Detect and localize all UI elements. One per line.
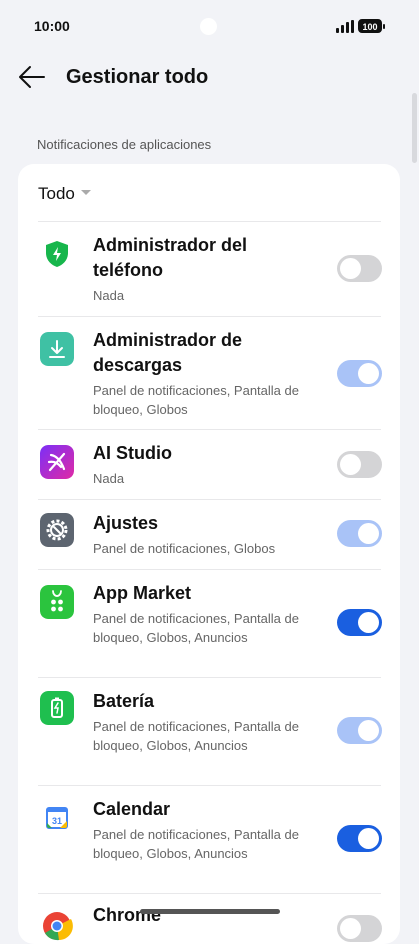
list-item[interactable]: Administrador del teléfono Nada <box>18 221 400 316</box>
chevron-down-icon <box>80 190 91 196</box>
download-icon <box>40 332 74 366</box>
section-label: Notificaciones de aplicaciones <box>37 137 212 152</box>
home-indicator[interactable] <box>140 909 280 914</box>
filter-selected-value: Todo <box>38 184 75 203</box>
notification-toggle[interactable] <box>337 360 382 387</box>
notification-toggle[interactable] <box>337 520 382 547</box>
notification-toggle[interactable] <box>337 825 382 852</box>
app-description: Nada <box>93 288 125 303</box>
notification-toggle[interactable] <box>337 609 382 636</box>
notification-toggle[interactable] <box>337 255 382 282</box>
battery-icon: 100 <box>358 19 385 33</box>
app-description: Nada <box>93 471 125 486</box>
list-item[interactable]: Batería Panel de notificaciones, Pantall… <box>18 677 400 785</box>
app-name: AI Studio <box>93 443 172 463</box>
chrome-icon <box>40 909 74 943</box>
calendar-icon: 31 <box>40 801 74 835</box>
app-description: Panel de notificaciones, Pantalla de blo… <box>93 383 299 417</box>
scrollbar[interactable] <box>412 93 417 163</box>
back-arrow-icon[interactable] <box>18 64 46 90</box>
status-bar: 10:00 100 <box>0 0 419 54</box>
signal-icon <box>336 20 354 33</box>
notification-toggle[interactable] <box>337 915 382 942</box>
app-name: Batería <box>93 691 155 711</box>
apps-card: Todo Administrador del teléfono Nada Adm… <box>18 164 400 944</box>
page-title: Gestionar todo <box>66 66 209 88</box>
list-item[interactable]: Administrador de descargas Panel de noti… <box>18 316 400 429</box>
list-item[interactable]: App Market Panel de notificaciones, Pant… <box>18 569 400 677</box>
app-name: Chrome <box>93 905 162 925</box>
app-name: Ajustes <box>93 513 159 533</box>
list-item[interactable]: AI Studio Nada <box>18 429 400 499</box>
gear-icon <box>40 513 74 547</box>
camera-cutout <box>200 18 217 35</box>
app-name: Administrador de descargas <box>93 330 243 375</box>
ai-studio-icon <box>40 445 74 479</box>
list-item[interactable]: Chrome <box>18 893 400 944</box>
app-description: Panel de notificaciones, Pantalla de blo… <box>93 827 299 861</box>
notification-toggle[interactable] <box>337 451 382 478</box>
shield-bolt-icon <box>40 237 74 271</box>
notification-toggle[interactable] <box>337 717 382 744</box>
app-name: App Market <box>93 583 192 603</box>
app-description: Panel de notificaciones, Pantalla de blo… <box>93 611 299 645</box>
app-market-icon <box>40 585 74 619</box>
app-name: Administrador del teléfono <box>93 235 248 280</box>
app-name: Calendar <box>93 799 171 819</box>
list-item[interactable]: Ajustes Panel de notificaciones, Globos <box>18 499 400 569</box>
header: Gestionar todo <box>0 54 419 102</box>
svg-text:31: 31 <box>52 816 62 826</box>
battery-app-icon <box>40 691 74 725</box>
list-item[interactable]: 31 Calendar Panel de notificaciones, Pan… <box>18 785 400 893</box>
app-description: Panel de notificaciones, Globos <box>93 541 276 556</box>
app-description: Panel de notificaciones, Pantalla de blo… <box>93 719 299 753</box>
filter-dropdown[interactable]: Todo <box>38 184 91 208</box>
status-time: 10:00 <box>34 18 70 34</box>
